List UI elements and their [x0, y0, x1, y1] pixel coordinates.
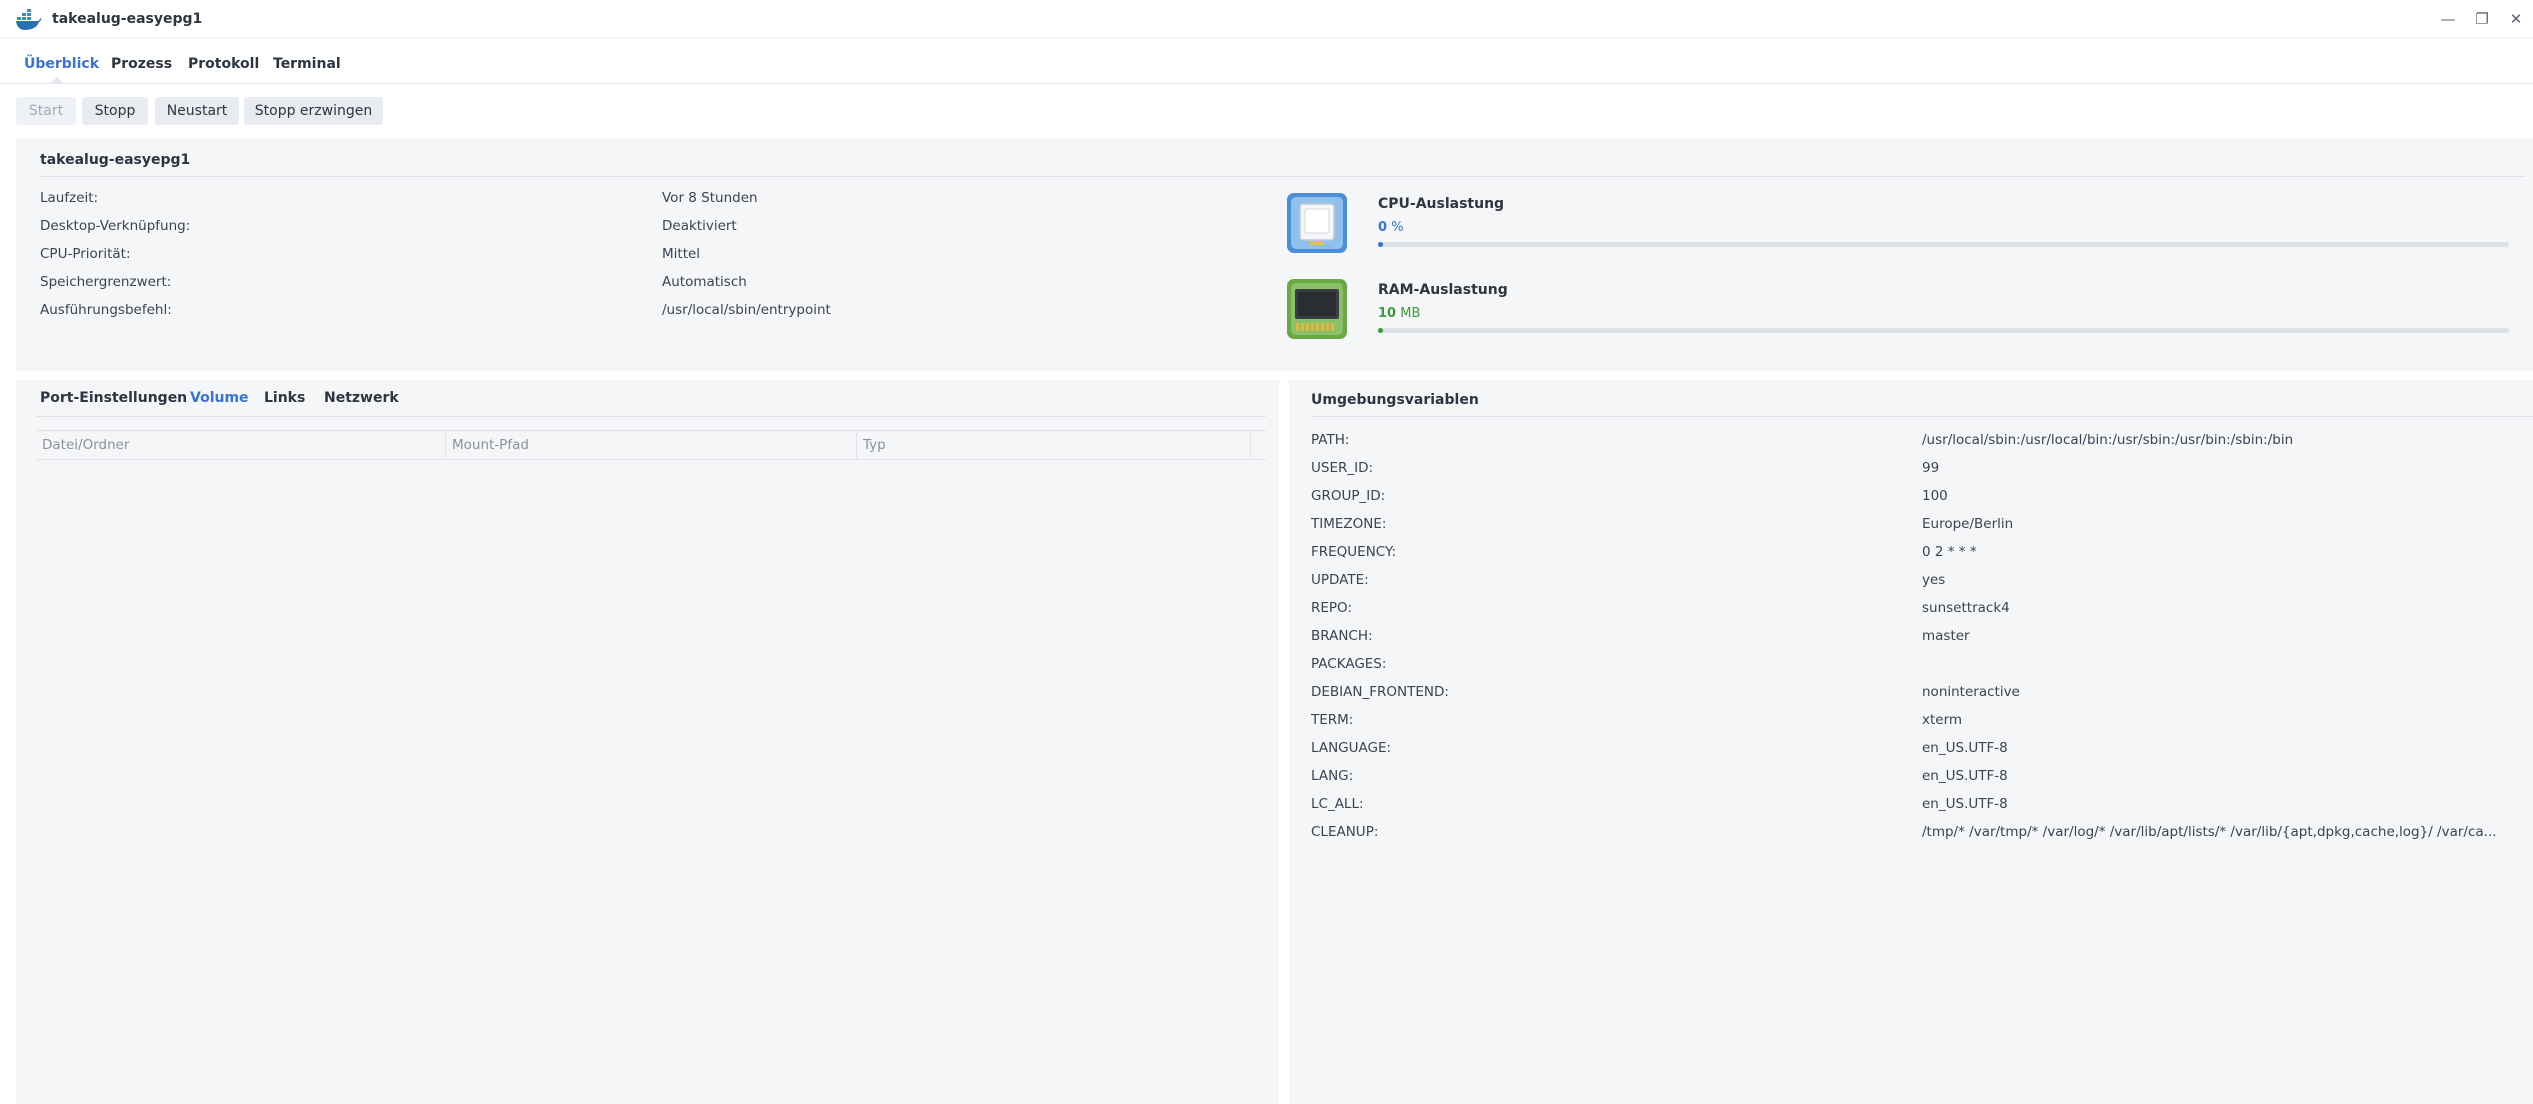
cpu-usage-bar	[1378, 242, 2509, 247]
env-label: DEBIAN_FRONTEND:	[1311, 684, 1449, 700]
info-label-runtime: Laufzeit:	[40, 190, 99, 206]
tab-log[interactable]: Protokoll	[188, 56, 259, 72]
env-value: /usr/local/sbin:/usr/local/bin:/usr/sbin…	[1922, 432, 2294, 448]
env-label: CLEANUP:	[1311, 824, 1379, 840]
info-label-cpu-priority: CPU-Priorität:	[40, 246, 131, 262]
start-button[interactable]: Start	[16, 97, 76, 125]
env-label: LANG:	[1311, 768, 1354, 784]
info-label-memory-limit: Speichergrenzwert:	[40, 274, 172, 290]
env-label: BRANCH:	[1311, 628, 1373, 644]
env-value: en_US.UTF-8	[1922, 796, 2008, 812]
tab-overview[interactable]: Überblick	[24, 56, 99, 72]
container-name: takealug-easyepg1	[40, 152, 191, 168]
stop-button[interactable]: Stopp	[82, 97, 148, 125]
force-stop-button[interactable]: Stopp erzwingen	[244, 97, 383, 125]
env-label: FREQUENCY:	[1311, 544, 1397, 560]
overview-panel: takealug-easyepg1 Laufzeit: Vor 8 Stunde…	[16, 138, 2533, 371]
env-label: USER_ID:	[1311, 460, 1374, 476]
env-value: 100	[1922, 488, 1948, 504]
subtab-network[interactable]: Netzwerk	[324, 390, 399, 406]
close-icon[interactable]: ✕	[2499, 8, 2533, 30]
divider	[40, 176, 2525, 177]
env-label: LANGUAGE:	[1311, 740, 1392, 756]
env-title: Umgebungsvariablen	[1311, 392, 1479, 408]
info-value-memory-limit: Automatisch	[662, 274, 747, 290]
subtab-volume[interactable]: Volume	[190, 390, 249, 406]
info-label-desktop-shortcut: Desktop-Verknüpfung:	[40, 218, 191, 234]
env-value: Europe/Berlin	[1922, 516, 2014, 532]
action-toolbar: Start Stopp Neustart Stopp erzwingen	[0, 84, 2533, 136]
subtab-links[interactable]: Links	[264, 390, 305, 406]
env-label: GROUP_ID:	[1311, 488, 1386, 504]
column-header-mount-path[interactable]: Mount-Pfad	[446, 431, 857, 460]
env-value: yes	[1922, 572, 1946, 588]
info-label-exec-command: Ausführungsbefehl:	[40, 302, 172, 318]
settings-panel: Port-Einstellungen Volume Links Netzwerk…	[16, 380, 1279, 1104]
info-value-exec-command: /usr/local/sbin/entrypoint	[662, 302, 831, 318]
env-label: PATH:	[1311, 432, 1350, 448]
info-value-runtime: Vor 8 Stunden	[662, 190, 758, 206]
info-value-desktop-shortcut: Deaktiviert	[662, 218, 737, 234]
restore-icon[interactable]: ❐	[2465, 8, 2499, 30]
restart-button[interactable]: Neustart	[155, 97, 239, 125]
env-value: 0 2 * * *	[1922, 544, 1977, 560]
window-titlebar: takealug-easyepg1 — ❐ ✕	[0, 0, 2533, 38]
cpu-icon	[1287, 193, 1347, 253]
env-label: REPO:	[1311, 600, 1352, 616]
env-label: TIMEZONE:	[1311, 516, 1387, 532]
divider	[1311, 416, 2533, 417]
ram-label: RAM-Auslastung	[1378, 282, 1508, 298]
volume-table-header: Datei/Ordner Mount-Pfad Typ	[36, 430, 1266, 460]
env-value: en_US.UTF-8	[1922, 740, 2008, 756]
env-label: LC_ALL:	[1311, 796, 1364, 812]
ram-usage-bar	[1378, 328, 2509, 333]
active-tab-indicator	[50, 77, 64, 84]
docker-whale-icon	[16, 9, 42, 30]
env-label: PACKAGES:	[1311, 656, 1387, 672]
env-value: sunsettrack4	[1922, 600, 2010, 616]
subtab-port-settings[interactable]: Port-Einstellungen	[40, 390, 187, 406]
ram-icon	[1287, 279, 1347, 339]
env-label: UPDATE:	[1311, 572, 1369, 588]
main-tabs: Überblick Prozess Protokoll Terminal	[0, 38, 2533, 84]
info-value-cpu-priority: Mittel	[662, 246, 701, 262]
tab-process[interactable]: Prozess	[111, 56, 172, 72]
minimize-icon[interactable]: —	[2431, 8, 2465, 30]
env-label: TERM:	[1311, 712, 1354, 728]
env-value: noninteractive	[1922, 684, 2020, 700]
tab-terminal[interactable]: Terminal	[273, 56, 341, 72]
env-value: en_US.UTF-8	[1922, 768, 2008, 784]
column-header-file-folder[interactable]: Datei/Ordner	[36, 431, 446, 460]
cpu-label: CPU-Auslastung	[1378, 196, 1505, 212]
divider	[36, 416, 1266, 417]
env-value: 99	[1922, 460, 1940, 476]
env-value: xterm	[1922, 712, 1963, 728]
ram-value: 10 MB	[1378, 306, 1421, 321]
cpu-value: 0 %	[1378, 220, 1404, 235]
cpu-usage-fill	[1378, 242, 1383, 247]
env-value: /tmp/* /var/tmp/* /var/log/* /var/lib/ap…	[1922, 824, 2497, 840]
column-header-type[interactable]: Typ	[857, 431, 1251, 460]
window-title: takealug-easyepg1	[52, 11, 203, 27]
environment-panel: Umgebungsvariablen PATH: /usr/local/sbin:…	[1289, 380, 2533, 1104]
env-value: master	[1922, 628, 1970, 644]
ram-usage-fill	[1378, 328, 1383, 333]
